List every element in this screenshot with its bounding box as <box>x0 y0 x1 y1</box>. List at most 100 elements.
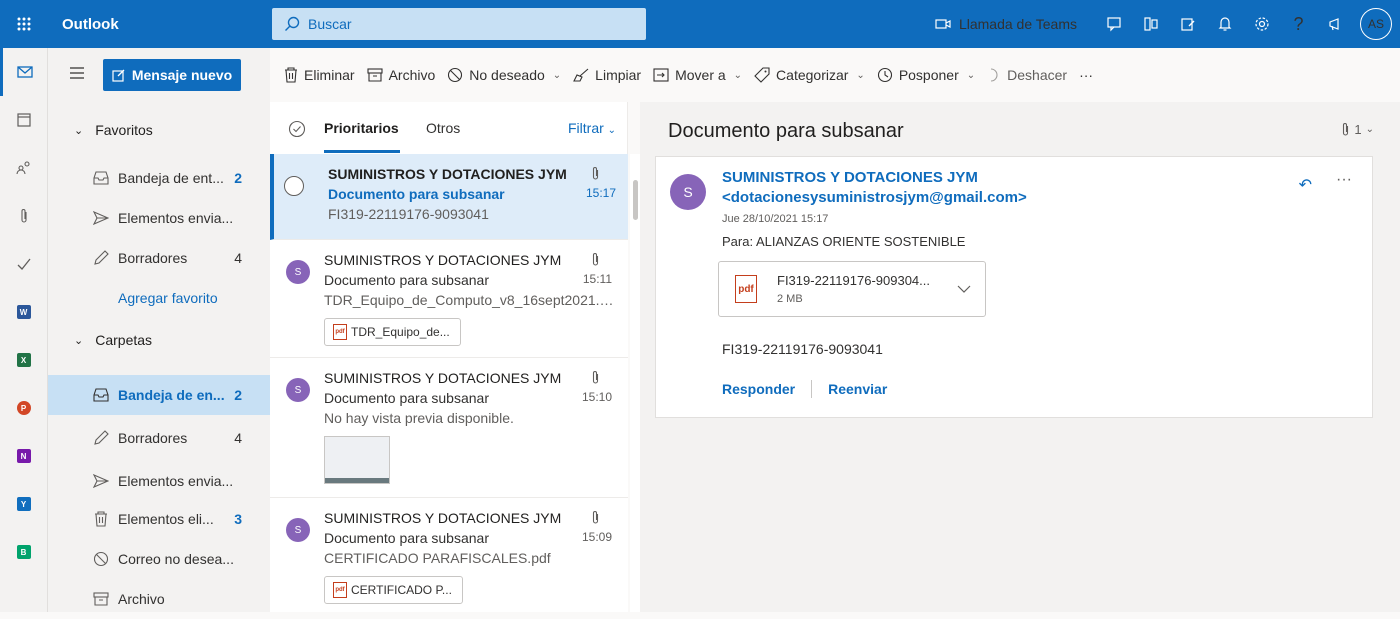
help-icon[interactable]: ? <box>1280 0 1317 48</box>
message-item[interactable]: S SUMINISTROS Y DOTACIONES JYM Documento… <box>270 240 628 358</box>
folder-drafts[interactable]: Borradores 4 <box>48 418 270 458</box>
app-launcher-icon[interactable] <box>0 0 48 48</box>
chevron-down-icon: ⌄ <box>74 334 84 347</box>
message-list-scrollbar[interactable] <box>630 154 640 612</box>
scrollbar-thumb[interactable] <box>633 180 638 220</box>
attachment-chip-label: CERTIFICADO P... <box>351 583 452 597</box>
chevron-down-icon[interactable] <box>957 280 971 296</box>
new-message-label: Mensaje nuevo <box>131 67 233 83</box>
message-item[interactable]: S SUMINISTROS Y DOTACIONES JYM Documento… <box>270 498 628 612</box>
onenote-app-icon[interactable]: N <box>0 432 47 480</box>
attachment-count-button[interactable]: 1 ⌄ <box>1341 122 1374 137</box>
message-item[interactable]: S SUMINISTROS Y DOTACIONES JYM Documento… <box>270 358 628 498</box>
paperclip-icon <box>591 166 600 184</box>
message-time: 15:17 <box>585 186 616 200</box>
select-radio[interactable] <box>284 176 304 196</box>
feedback-icon[interactable] <box>1317 0 1354 48</box>
reply-icon[interactable]: ↶ <box>1299 175 1312 195</box>
teams-call-button[interactable]: Llamada de Teams <box>935 16 1077 32</box>
fav-inbox[interactable]: Bandeja de ent... 2 <box>48 158 270 198</box>
add-favorite-link[interactable]: Agregar favorito <box>118 290 218 306</box>
chevron-down-icon: ⌄ <box>1365 124 1374 135</box>
folder-inbox[interactable]: Bandeja de en... 2 <box>48 375 270 415</box>
attachment-card[interactable]: pdf FI319-22119176-909304... 2 MB <box>718 261 986 317</box>
office-icon[interactable] <box>1132 0 1169 48</box>
sender-avatar[interactable]: S <box>670 174 706 210</box>
snooze-button[interactable]: Posponer ⌄ <box>871 67 981 83</box>
folder-sent[interactable]: Elementos envia... <box>48 461 270 501</box>
chevron-down-icon: ⌄ <box>733 69 743 81</box>
tab-focused[interactable]: Prioritarios <box>324 120 399 136</box>
message-preview: No hay vista previa disponible. <box>324 410 514 426</box>
app-name[interactable]: Outlook <box>62 16 258 33</box>
mail-app-icon[interactable] <box>0 48 47 96</box>
word-app-icon[interactable]: W <box>0 288 47 336</box>
delete-label: Eliminar <box>304 67 355 83</box>
archive-label: Archivo <box>388 67 436 83</box>
calendar-app-icon[interactable] <box>0 96 47 144</box>
bookings-app-icon[interactable]: B <box>0 528 47 576</box>
archive-icon <box>92 592 110 606</box>
attachment-chip[interactable]: pdf CERTIFICADO P... <box>324 576 463 604</box>
sender-email[interactable]: <dotacionesysuministrosjym@gmail.com> <box>722 189 1027 206</box>
inbox-icon <box>92 388 110 402</box>
todo-app-icon[interactable] <box>0 240 47 288</box>
select-all-icon[interactable] <box>288 120 306 141</box>
sweep-button[interactable]: Limpiar <box>567 67 647 83</box>
send-icon <box>92 474 110 488</box>
new-message-button[interactable]: Mensaje nuevo <box>103 59 241 91</box>
pdf-icon: pdf <box>333 582 347 598</box>
attachment-chip[interactable]: pdf TDR_Equipo_de... <box>324 318 461 346</box>
folder-deleted[interactable]: Elementos eli... 3 <box>48 499 270 539</box>
folders-header[interactable]: ⌄ Carpetas <box>48 320 270 360</box>
attachment-count: 1 <box>1354 122 1362 137</box>
yammer-app-icon[interactable]: Y <box>0 480 47 528</box>
sender-name[interactable]: SUMINISTROS Y DOTACIONES JYM <box>722 169 978 186</box>
attachment-thumbnail[interactable] <box>324 436 390 484</box>
files-app-icon[interactable] <box>0 192 47 240</box>
categorize-button[interactable]: Categorizar ⌄ <box>748 67 871 83</box>
search-box[interactable]: Buscar <box>272 8 646 40</box>
my-day-icon[interactable] <box>1169 0 1206 48</box>
favorites-header[interactable]: ⌄ Favoritos <box>48 110 270 150</box>
chat-icon[interactable] <box>1095 0 1132 48</box>
message-item[interactable]: SUMINISTROS Y DOTACIONES JYM Documento p… <box>270 154 628 240</box>
junk-button[interactable]: No deseado ⌄ <box>441 67 567 83</box>
fav-sent[interactable]: Elementos envia... <box>48 198 270 238</box>
bell-icon[interactable] <box>1206 0 1243 48</box>
excel-app-icon[interactable]: X <box>0 336 47 384</box>
reply-button[interactable]: Responder <box>722 381 795 397</box>
folder-archive[interactable]: Archivo <box>48 579 270 619</box>
folder-junk[interactable]: Correo no desea... <box>48 539 270 579</box>
message-subject: Documento para subsanar <box>324 530 489 546</box>
paperclip-icon <box>591 252 600 270</box>
more-commands-button[interactable]: ··· <box>1073 67 1099 83</box>
broom-icon <box>573 68 589 82</box>
delete-button[interactable]: Eliminar <box>278 67 361 83</box>
move-button[interactable]: Mover a ⌄ <box>647 67 748 83</box>
video-call-icon <box>935 19 951 29</box>
filter-button[interactable]: Filtrar ⌄ <box>568 120 616 136</box>
undo-icon <box>991 68 998 82</box>
archive-button[interactable]: Archivo <box>361 67 442 83</box>
undo-button[interactable]: Deshacer <box>981 67 1073 83</box>
block-icon <box>92 551 110 567</box>
fav-drafts[interactable]: Borradores 4 <box>48 238 270 278</box>
snooze-label: Posponer <box>898 67 959 83</box>
fav-inbox-label: Bandeja de ent... <box>118 170 224 186</box>
powerpoint-app-icon[interactable]: P <box>0 384 47 432</box>
message-subject: Documento para subsanar <box>328 186 505 202</box>
more-actions-icon[interactable]: ··· <box>1336 171 1352 189</box>
forward-button[interactable]: Reenviar <box>828 381 887 397</box>
folder-archive-label: Archivo <box>118 591 165 607</box>
fav-drafts-label: Borradores <box>118 250 188 266</box>
hamburger-menu-icon[interactable] <box>70 66 84 82</box>
tab-other[interactable]: Otros <box>426 120 460 136</box>
search-placeholder[interactable]: Buscar <box>308 16 352 32</box>
move-label: Mover a <box>675 67 726 83</box>
message-sender: SUMINISTROS Y DOTACIONES JYM <box>328 166 567 182</box>
message-recipient: Para: ALIANZAS ORIENTE SOSTENIBLE <box>722 234 966 249</box>
user-avatar[interactable]: AS <box>1360 8 1392 40</box>
people-app-icon[interactable] <box>0 144 47 192</box>
gear-icon[interactable] <box>1243 0 1280 48</box>
